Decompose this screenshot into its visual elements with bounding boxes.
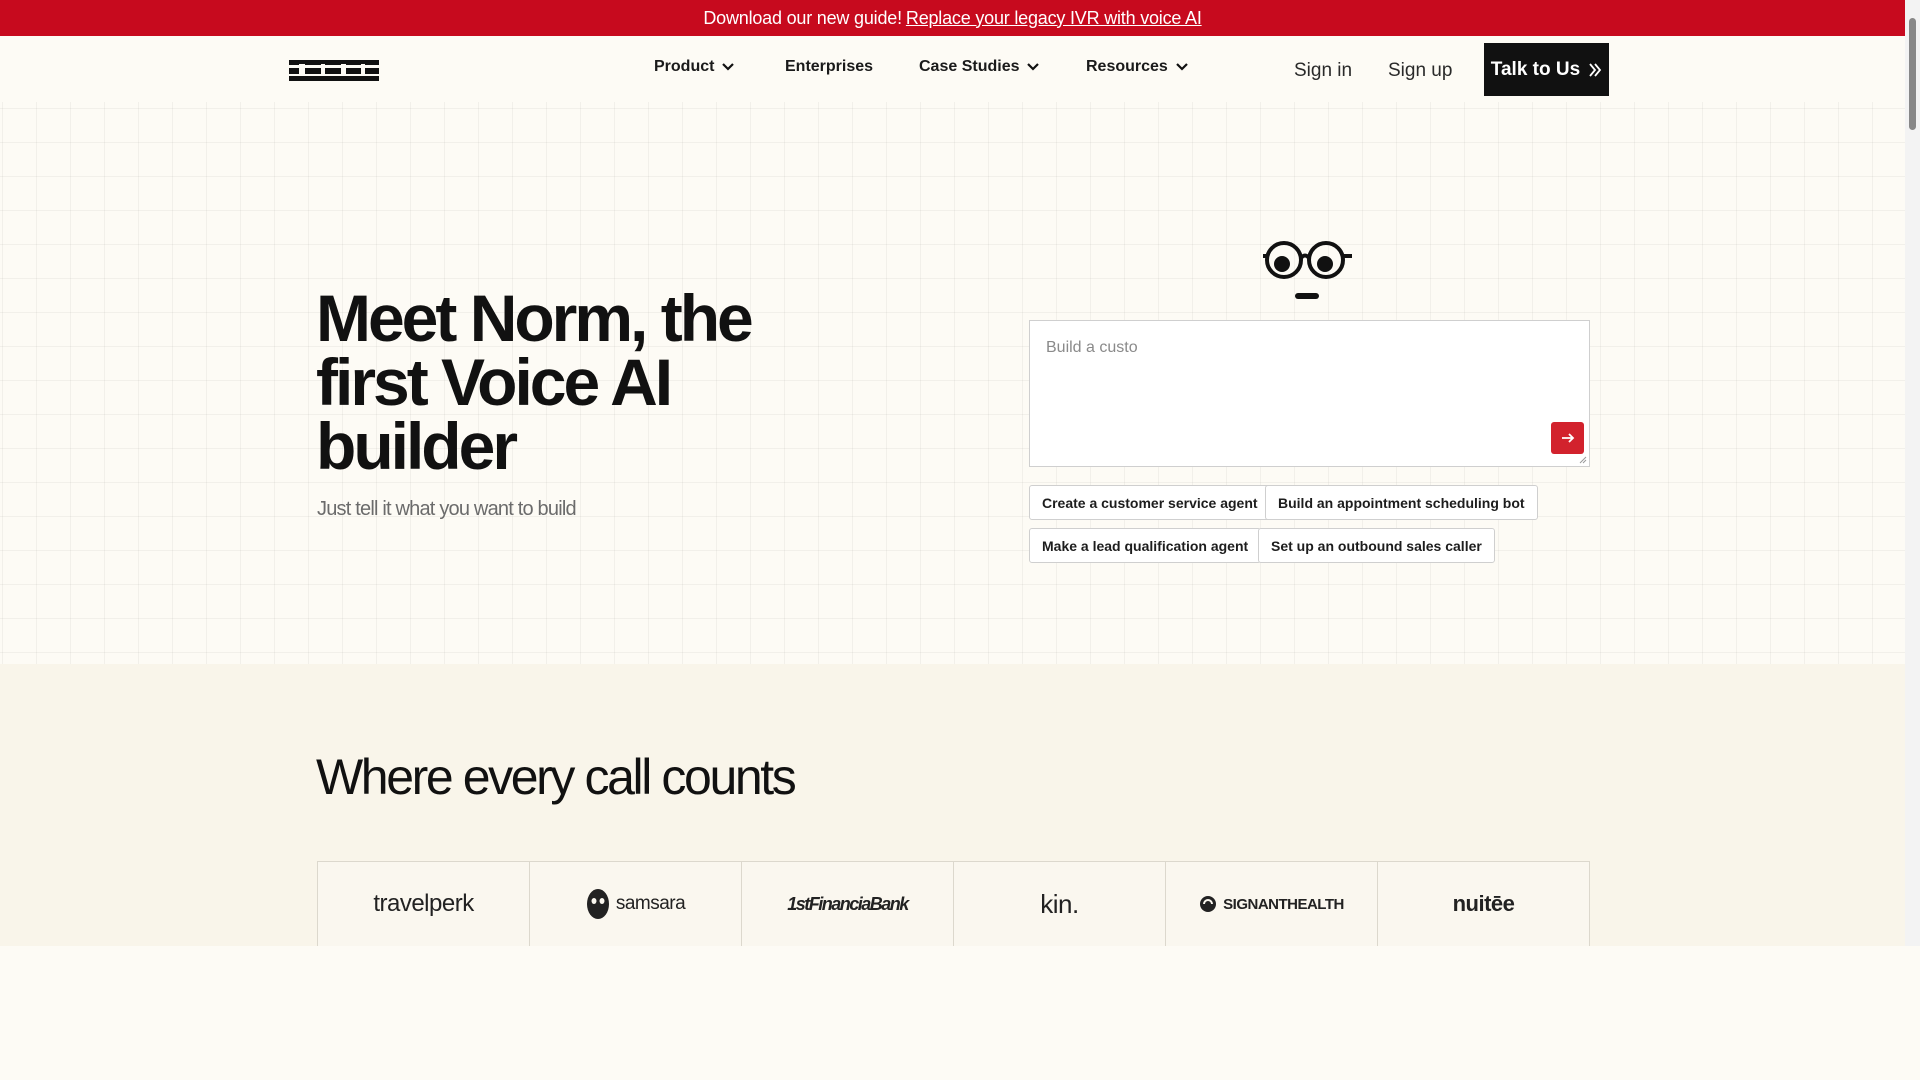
page-below-fold: [0, 946, 1920, 1080]
page-scrollbar[interactable]: [1905, 0, 1920, 946]
brand-logo[interactable]: [289, 58, 379, 82]
samsara-mark-icon: [586, 889, 609, 919]
scrollbar-thumb[interactable]: [1909, 18, 1916, 130]
chevron-down-icon: [1027, 63, 1040, 71]
resize-grip-icon[interactable]: [1579, 456, 1587, 464]
norm-mascot-icon: [1263, 241, 1352, 299]
customer-logo-1stfinancialbank: 1stFinanciaBank: [741, 861, 953, 946]
hero-section: Meet Norm, the first Voice AI builder Ju…: [0, 102, 1905, 664]
customer-logo-text: SIGNANTHEALTH: [1223, 895, 1344, 913]
nav-resources-label: Resources: [1086, 58, 1168, 75]
signant-mark-icon: [1200, 896, 1217, 912]
customer-logo-text: kin.: [1040, 888, 1079, 919]
customer-logo-text: travelperk: [373, 890, 474, 917]
submit-prompt-button[interactable]: [1551, 422, 1584, 454]
chevron-down-icon: [722, 63, 735, 71]
nav-resources[interactable]: Resources: [1086, 58, 1188, 76]
customer-logo-kin: kin.: [953, 861, 1165, 946]
prompt-input[interactable]: [1030, 321, 1589, 466]
prompt-input-box: [1029, 320, 1590, 467]
customer-logo-travelperk: travelperk: [317, 861, 529, 946]
customer-logo-strip: travelperk samsara 1stFinanciaBank kin.: [317, 861, 1590, 946]
double-chevron-right-icon: [1589, 62, 1602, 77]
suggestion-chip[interactable]: Build an appointment scheduling bot: [1265, 485, 1538, 520]
customer-logo-text: 1stFinanciaBank: [787, 893, 909, 914]
customer-logo-signant-health: SIGNANTHEALTH: [1165, 861, 1377, 946]
arrow-right-icon: [1561, 433, 1574, 443]
customers-title: Where every call counts: [316, 749, 797, 805]
nav-product[interactable]: Product: [654, 58, 735, 76]
announcement-bar: Download our new guide! Replace your leg…: [0, 0, 1905, 36]
hero-headline: Meet Norm, the first Voice AI builder: [316, 281, 754, 483]
customer-logo-text: samsara: [615, 893, 686, 914]
nav-product-label: Product: [654, 58, 715, 75]
chevron-down-icon: [1176, 63, 1188, 71]
announcement-link[interactable]: Replace your legacy IVR with voice AI: [906, 8, 1202, 29]
customer-logo-nuitee: nuitēe: [1377, 861, 1590, 946]
customer-logo-text: nuitēe: [1452, 891, 1515, 916]
nav-case-studies[interactable]: Case Studies: [919, 58, 1040, 76]
sign-in-link[interactable]: Sign in: [1294, 60, 1352, 82]
nav-enterprises-label: Enterprises: [785, 58, 874, 75]
talk-to-us-button[interactable]: Talk to Us: [1484, 43, 1609, 96]
customers-section: Where every call counts travelperk samsa…: [0, 664, 1905, 946]
suggestion-chip[interactable]: Create a customer service agent: [1029, 485, 1271, 520]
suggestion-chip[interactable]: Set up an outbound sales caller: [1258, 528, 1495, 563]
announcement-text: Download our new guide!: [703, 7, 902, 28]
hero-subhead: Just tell it what you want to build: [317, 498, 577, 520]
talk-to-us-label: Talk to Us: [1490, 58, 1581, 80]
sign-up-link[interactable]: Sign up: [1388, 60, 1452, 82]
nav-case-studies-label: Case Studies: [919, 58, 1020, 75]
nav-enterprises[interactable]: Enterprises: [785, 58, 873, 76]
customer-logo-samsara: samsara: [529, 861, 741, 946]
top-nav: Product Enterprises Case Studies Resourc…: [0, 36, 1905, 102]
suggestion-chip[interactable]: Make a lead qualification agent: [1029, 528, 1262, 563]
